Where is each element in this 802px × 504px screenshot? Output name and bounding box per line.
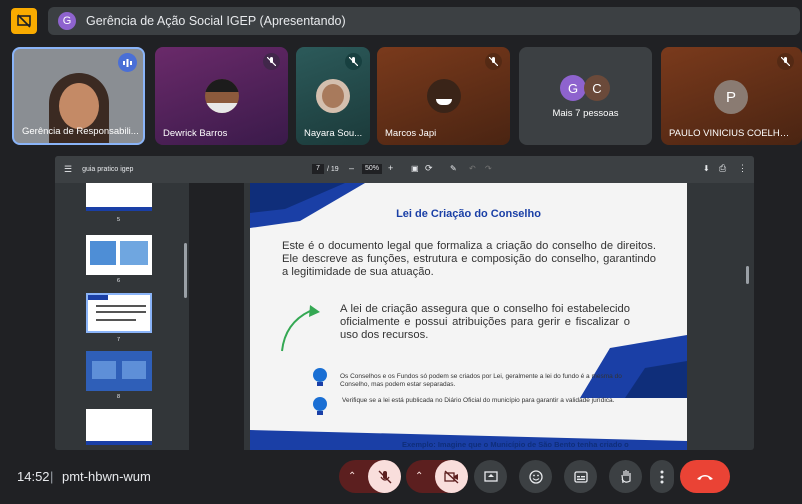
- meeting-time: 14:52: [17, 469, 50, 484]
- zoom-input[interactable]: 50%: [362, 164, 382, 174]
- participant-face: [59, 83, 99, 129]
- page-thumbnail[interactable]: [86, 351, 152, 391]
- participant-tile[interactable]: Dewrick Barros: [155, 47, 288, 145]
- avatar: C: [584, 75, 610, 101]
- slide-tip-2: Verifique se a lei está publicada no Diá…: [342, 397, 615, 404]
- thumbnail-scrollbar[interactable]: [184, 243, 187, 298]
- present-button[interactable]: [474, 460, 507, 493]
- zoom-out-icon[interactable]: –: [349, 163, 354, 173]
- captions-button[interactable]: [564, 460, 597, 493]
- page-number-input[interactable]: 7: [312, 164, 324, 174]
- participant-name: Marcos Japi: [385, 128, 437, 139]
- mic-off-icon: [345, 53, 362, 70]
- more-vert-icon[interactable]: ⋮: [738, 163, 747, 174]
- mic-off-icon: [777, 53, 794, 70]
- thumbnail-number: 5: [117, 217, 121, 223]
- participant-name: Gerência de Responsabili...: [22, 126, 139, 137]
- avatar: [316, 79, 350, 113]
- mic-toggle-button[interactable]: [368, 460, 401, 493]
- avatar: G: [560, 75, 586, 101]
- participant-name: PAULO VINICIUS COELHO...: [669, 128, 794, 139]
- pdf-page: Lei de Criação do Conselho Este é o docu…: [250, 183, 687, 450]
- viewer-gutter: [189, 183, 244, 450]
- presentation-off-icon[interactable]: [11, 8, 37, 34]
- page-total: / 19: [327, 166, 339, 173]
- speaking-indicator-icon: [118, 53, 137, 72]
- avatar: P: [714, 80, 748, 114]
- chevron-up-icon[interactable]: ⌃: [415, 471, 423, 482]
- thumbnail-number: 6: [117, 278, 121, 284]
- camera-off-icon: [444, 469, 459, 484]
- page-scrollbar[interactable]: [746, 266, 749, 284]
- pdf-filename: guia pratico igep: [82, 166, 134, 173]
- divider: |: [50, 469, 54, 484]
- meeting-title-bar: G Gerência de Ação Social IGEP (Apresent…: [48, 7, 800, 35]
- captions-icon: [573, 470, 588, 483]
- avatar: [204, 79, 239, 113]
- print-icon[interactable]: ⎙: [719, 163, 726, 174]
- participant-name: Dewrick Barros: [163, 128, 228, 139]
- rotate-icon[interactable]: ⟳: [425, 163, 433, 174]
- mic-off-icon: [263, 53, 280, 70]
- mic-off-icon: [485, 53, 502, 70]
- end-call-icon: [697, 474, 713, 480]
- page-thumbnail-selected[interactable]: [86, 293, 152, 333]
- raise-hand-button[interactable]: [609, 460, 642, 493]
- undo-icon[interactable]: ↶: [469, 164, 476, 173]
- mic-off-icon: [378, 470, 391, 483]
- menu-icon[interactable]: ☰: [64, 164, 72, 175]
- shared-screen: ☰ guia pratico igep 7 / 19 – 50% + ▣ ⟳ ✎…: [55, 156, 754, 450]
- thumbnail-panel: 5 6 7 8: [55, 183, 189, 450]
- slide-highlight: A lei de criação assegura que o conselho…: [340, 303, 630, 341]
- pdf-toolbar: ☰ guia pratico igep 7 / 19 – 50% + ▣ ⟳ ✎…: [55, 156, 754, 183]
- meeting-avatar: G: [58, 12, 76, 30]
- fit-page-icon[interactable]: ▣: [411, 164, 419, 173]
- meeting-title: Gerência de Ação Social IGEP (Apresentan…: [86, 14, 346, 28]
- more-vert-icon: [660, 470, 664, 483]
- participant-tile[interactable]: P PAULO VINICIUS COELHO...: [661, 47, 802, 145]
- camera-control-group: ⌃: [406, 460, 468, 493]
- end-call-button[interactable]: [680, 460, 730, 493]
- camera-toggle-button[interactable]: [435, 460, 468, 493]
- present-icon: [483, 470, 498, 482]
- raise-hand-icon: [620, 470, 631, 484]
- page-thumbnail[interactable]: [86, 409, 152, 445]
- page-thumbnail[interactable]: [86, 235, 152, 275]
- redo-icon[interactable]: ↷: [485, 164, 492, 173]
- chevron-up-icon[interactable]: ⌃: [348, 471, 356, 482]
- zoom-in-icon[interactable]: +: [388, 163, 393, 173]
- draw-icon[interactable]: ✎: [450, 164, 457, 173]
- emoji-icon: [528, 469, 543, 484]
- avatar-group: G C: [560, 75, 610, 101]
- slide-intro: Este é o documento legal que formaliza a…: [282, 240, 656, 278]
- reactions-button[interactable]: [519, 460, 552, 493]
- thumbnail-number: 7: [117, 337, 121, 343]
- participant-tile[interactable]: Gerência de Responsabili...: [12, 47, 145, 145]
- top-bar: G Gerência de Ação Social IGEP (Apresent…: [0, 0, 802, 42]
- thumbnail-number: 8: [117, 394, 121, 400]
- slide-heading: Lei de Criação do Conselho: [396, 208, 541, 220]
- participant-name: Nayara Sou...: [304, 128, 363, 139]
- participant-tile[interactable]: Nayara Sou...: [296, 47, 370, 145]
- more-participants-tile[interactable]: G C Mais 7 pessoas: [519, 47, 652, 145]
- meeting-code: pmt-hbwn-wum: [62, 469, 151, 484]
- download-icon[interactable]: ⬇: [703, 164, 710, 173]
- next-page-text: Exemplo: Imagine que o Município de São …: [402, 440, 629, 449]
- page-thumbnail[interactable]: [86, 183, 152, 211]
- mic-control-group: ⌃: [339, 460, 401, 493]
- avatar: [426, 79, 461, 113]
- more-people-label: Mais 7 pessoas: [552, 108, 619, 119]
- slide-tip-1: Os Conselhos e os Fundos só podem se cri…: [340, 373, 622, 388]
- participant-tile[interactable]: Marcos Japi: [377, 47, 510, 145]
- more-options-button[interactable]: [650, 460, 674, 493]
